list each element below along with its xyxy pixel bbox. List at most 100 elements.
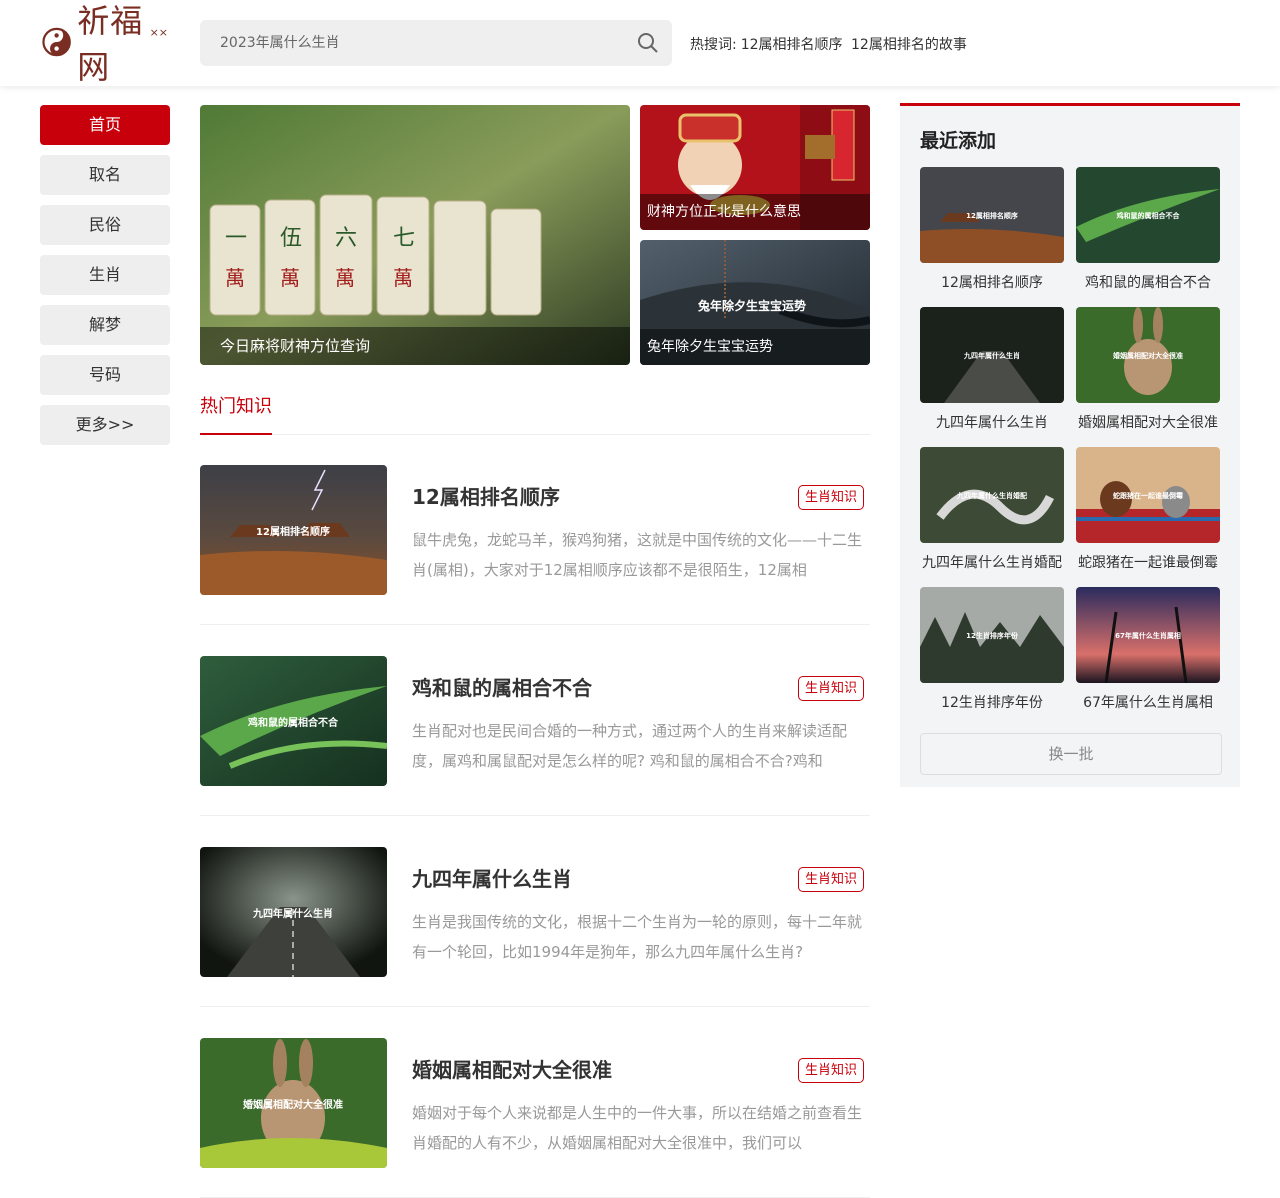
article-tag[interactable]: 生肖知识 <box>797 867 864 892</box>
thumbnail-overlay-text: 12属相排名顺序 <box>256 525 330 538</box>
yin-yang-icon <box>42 27 71 57</box>
article-thumbnail[interactable]: 12属相排名顺序 <box>200 465 387 595</box>
hero-main-card[interactable]: 一 伍 六 七 萬 萬 萬 萬 今日麻将财神方位查询 <box>200 105 630 365</box>
hero-top-right-card[interactable]: 财神方位正北是什么意思 <box>640 105 870 230</box>
svg-text:萬: 萬 <box>335 266 355 290</box>
thumbnail-overlay-text: 鸡和鼠的属相合不合 <box>1116 211 1181 220</box>
thumbnail-overlay-text: 67年属什么生肖属相 <box>1115 631 1181 640</box>
article-item[interactable]: 婚姻属相配对大全很准 婚姻属相配对大全很准 生肖知识 婚姻对于每个人来说都是人生… <box>200 1038 870 1198</box>
article-description: 生肖是我国传统的文化，根据十二个生肖为一轮的原则，每十二年就有一个轮回，比如19… <box>412 913 863 961</box>
svg-text:萬: 萬 <box>393 266 413 290</box>
dragon-statue-thumb: 九四年属什么生肖婚配 <box>920 447 1064 543</box>
thumbnail-overlay-text: 九四年属什么生肖婚配 <box>956 491 1027 500</box>
logo-superscript: ×× <box>149 26 168 39</box>
rabbit-thumb: 婚姻属相配对大全很准 <box>1076 307 1220 403</box>
thumbnail-overlay-text: 九四年属什么生肖 <box>252 907 333 920</box>
article-title[interactable]: 12属相排名顺序 <box>412 481 560 510</box>
green-leaf-thumb: 鸡和鼠的属相合不合 <box>1076 167 1220 263</box>
nav-item-naming[interactable]: 取名 <box>40 155 170 195</box>
hero-top-right-caption: 财神方位正北是什么意思 <box>640 194 870 230</box>
side-nav: 首页 取名 民俗 生肖 解梦 号码 更多>> <box>40 105 170 455</box>
article-title[interactable]: 九四年属什么生肖 <box>412 863 572 892</box>
forest-road-thumb: 九四年属什么生肖 <box>920 307 1064 403</box>
site-logo[interactable]: 祈福网 ×× <box>42 2 168 86</box>
search-input[interactable] <box>200 20 620 66</box>
article-thumbnail[interactable]: 九四年属什么生肖 <box>200 847 387 977</box>
thumbnail-overlay-text: 蛇跟猪在一起谁最倒霉 <box>1113 491 1183 500</box>
nav-item-folk[interactable]: 民俗 <box>40 205 170 245</box>
misty-forest-thumb: 12生肖排序年份 <box>920 587 1064 683</box>
hero-bottom-right-overlay-text: 兔年除夕生宝宝运势 <box>698 299 807 313</box>
svg-text:萬: 萬 <box>225 266 245 290</box>
mate-cups-thumb: 蛇跟猪在一起谁最倒霉 <box>1076 447 1220 543</box>
recent-item[interactable]: 鸡和鼠的属相合不合 鸡和鼠的属相合不合 <box>1076 167 1220 297</box>
thumbnail-overlay-text: 12属相排名顺序 <box>966 211 1018 220</box>
recent-item[interactable]: 九四年属什么生肖 九四年属什么生肖 <box>920 307 1064 437</box>
svg-text:伍: 伍 <box>280 226 302 251</box>
recent-item-label: 蛇跟猪在一起谁最倒霉 <box>1078 555 1218 571</box>
article-thumbnail[interactable]: 鸡和鼠的属相合不合 <box>200 656 387 786</box>
recent-item-label: 12生肖排序年份 <box>941 695 1043 711</box>
nav-item-home[interactable]: 首页 <box>40 105 170 145</box>
article-item[interactable]: 鸡和鼠的属相合不合 鸡和鼠的属相合不合 生肖知识 生肖配对也是民间合婚的一种方式… <box>200 656 870 816</box>
article-title[interactable]: 婚姻属相配对大全很准 <box>412 1054 612 1083</box>
article-description: 婚姻对于每个人来说都是人生中的一件大事，所以在结婚之前查看生肖婚配的人有不少，从… <box>412 1104 863 1152</box>
site-header: 祈福网 ×× 热搜词:12属相排名顺序 12属相排名的故事 <box>0 0 1280 86</box>
article-description: 生肖配对也是民间合婚的一种方式，通过两个人的生肖来解读适配度，属鸡和属鼠配对是怎… <box>412 722 848 770</box>
recent-item[interactable]: 12生肖排序年份 12生肖排序年份 <box>920 587 1064 717</box>
article-tag[interactable]: 生肖知识 <box>797 1058 864 1083</box>
hot-search-label: 热搜词: <box>690 37 737 53</box>
hot-word-link[interactable]: 12属相排名的故事 <box>851 37 967 53</box>
mahjong-image: 一 伍 六 七 萬 萬 萬 萬 <box>200 105 630 365</box>
thumbnail-overlay-text: 鸡和鼠的属相合不合 <box>247 716 339 729</box>
recent-item-label: 67年属什么生肖属相 <box>1083 695 1213 711</box>
hot-word-link[interactable]: 12属相排名顺序 <box>741 37 843 53</box>
recent-item[interactable]: 九四年属什么生肖婚配 九四年属什么生肖婚配 <box>920 447 1064 577</box>
article-tag[interactable]: 生肖知识 <box>797 676 864 701</box>
desert-storm-image: 12属相排名顺序 <box>200 465 387 595</box>
recent-panel-title: 最近添加 <box>920 130 997 152</box>
section-title: 热门知识 <box>200 392 272 435</box>
search-icon[interactable] <box>636 31 660 55</box>
nav-item-zodiac[interactable]: 生肖 <box>40 255 170 295</box>
svg-text:六: 六 <box>335 226 357 251</box>
thumbnail-overlay-text: 婚姻属相配对大全很准 <box>1113 351 1183 360</box>
forest-road-image: 九四年属什么生肖 <box>200 847 387 977</box>
article-title[interactable]: 鸡和鼠的属相合不合 <box>412 672 592 701</box>
nav-item-dream[interactable]: 解梦 <box>40 305 170 345</box>
thumbnail-overlay-text: 九四年属什么生肖 <box>963 351 1020 360</box>
svg-text:七: 七 <box>393 226 415 251</box>
nav-item-more[interactable]: 更多>> <box>40 405 170 445</box>
recent-item[interactable]: 67年属什么生肖属相 67年属什么生肖属相 <box>1076 587 1220 717</box>
recent-item-label: 鸡和鼠的属相合不合 <box>1085 275 1211 291</box>
article-item[interactable]: 九四年属什么生肖 九四年属什么生肖 生肖知识 生肖是我国传统的文化，根据十二个生… <box>200 847 870 1007</box>
article-description: 鼠牛虎兔，龙蛇马羊，猴鸡狗猪，这就是中国传统的文化——十二生肖(属相)，大家对于… <box>412 531 863 579</box>
desert-storm-thumb: 12属相排名顺序 <box>920 167 1064 263</box>
recent-item[interactable]: 婚姻属相配对大全很准 婚姻属相配对大全很准 <box>1076 307 1220 437</box>
hot-knowledge-header: 热门知识 <box>200 392 870 435</box>
recent-panel: 最近添加 12属相排名顺序 12属相排名顺序 鸡和鼠的属相合不合 鸡和鼠的属相合… <box>900 103 1240 787</box>
refresh-button[interactable]: 换一批 <box>920 733 1222 775</box>
article-tag[interactable]: 生肖知识 <box>797 485 864 510</box>
svg-text:萬: 萬 <box>280 266 300 290</box>
recent-item[interactable]: 蛇跟猪在一起谁最倒霉 蛇跟猪在一起谁最倒霉 <box>1076 447 1220 577</box>
hero-bottom-right-caption: 兔年除夕生宝宝运势 <box>640 329 870 365</box>
hot-search-words: 热搜词: 12属相排名顺序 12属相排名的故事 <box>690 34 971 54</box>
recent-item-label: 九四年属什么生肖婚配 <box>922 555 1062 571</box>
recent-item-label: 婚姻属相配对大全很准 <box>1078 415 1218 431</box>
hero-main-caption: 今日麻将财神方位查询 <box>200 327 630 365</box>
nav-item-number[interactable]: 号码 <box>40 355 170 395</box>
hero-bottom-right-card[interactable]: 兔年除夕生宝宝运势 兔年除夕生宝宝运势 <box>640 240 870 365</box>
article-thumbnail[interactable]: 婚姻属相配对大全很准 <box>200 1038 387 1168</box>
logo-text: 祈福网 <box>77 2 144 86</box>
article-item[interactable]: 12属相排名顺序 12属相排名顺序 生肖知识 鼠牛虎兔，龙蛇马羊，猴鸡狗猪，这就… <box>200 465 870 625</box>
recent-item-label: 12属相排名顺序 <box>941 275 1043 291</box>
rabbit-image: 婚姻属相配对大全很准 <box>200 1038 387 1168</box>
thumbnail-overlay-text: 婚姻属相配对大全很准 <box>243 1098 343 1111</box>
recent-item[interactable]: 12属相排名顺序 12属相排名顺序 <box>920 167 1064 297</box>
green-leaf-image: 鸡和鼠的属相合不合 <box>200 656 387 786</box>
svg-text:一: 一 <box>225 226 247 251</box>
recent-item-label: 九四年属什么生肖 <box>936 415 1048 431</box>
palm-sunset-thumb: 67年属什么生肖属相 <box>1076 587 1220 683</box>
search-bar <box>200 20 672 66</box>
